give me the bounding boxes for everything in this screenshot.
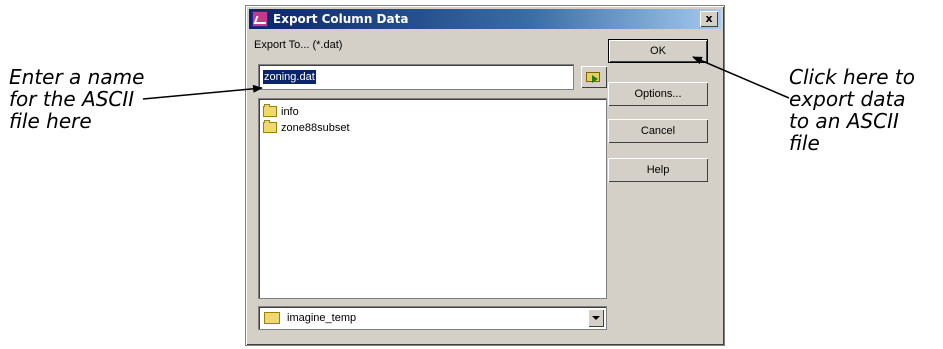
annotation-arrows xyxy=(142,56,790,100)
arrow-to-filename xyxy=(142,84,263,100)
arrow-to-ok xyxy=(692,56,790,99)
